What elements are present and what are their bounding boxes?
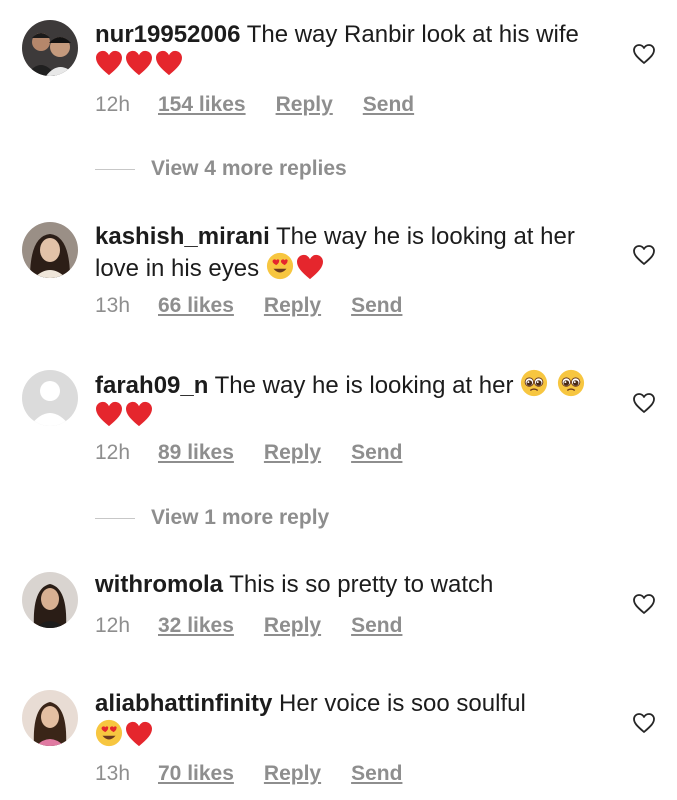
view-replies-button[interactable]: View 4 more replies — [95, 157, 347, 181]
username[interactable]: aliabhattinfinity — [95, 690, 272, 717]
view-replies-label[interactable]: View 1 more reply — [151, 506, 329, 530]
pleading-face-emoji-icon — [520, 369, 548, 397]
timestamp: 13h — [95, 294, 131, 317]
heart-outline-icon[interactable] — [632, 593, 656, 615]
send-button[interactable]: Send — [351, 294, 402, 318]
comment-meta: 12h 154 likes Reply Send — [95, 93, 414, 117]
divider — [95, 168, 135, 170]
red-heart-icon — [125, 401, 153, 427]
divider — [95, 517, 135, 519]
likes-count[interactable]: 32 likes — [158, 614, 234, 638]
send-button[interactable]: Send — [351, 762, 402, 786]
username[interactable]: withromola — [95, 571, 223, 598]
pleading-face-emoji-icon — [557, 369, 585, 397]
send-button[interactable]: Send — [351, 441, 402, 465]
timestamp: 12h — [95, 614, 131, 637]
comment-text: The way Ranbir look at his wife — [246, 21, 579, 48]
comment-text: This is so pretty to watch — [229, 571, 494, 598]
reply-button[interactable]: Reply — [276, 93, 333, 117]
reply-button[interactable]: Reply — [264, 614, 321, 638]
username[interactable]: farah09_n — [95, 372, 208, 399]
red-heart-icon — [125, 50, 153, 76]
send-button[interactable]: Send — [351, 614, 402, 638]
red-heart-icon — [155, 50, 183, 76]
reply-button[interactable]: Reply — [264, 762, 321, 786]
avatar[interactable] — [22, 20, 78, 76]
avatar[interactable] — [22, 370, 78, 426]
heart-outline-icon[interactable] — [632, 392, 656, 414]
likes-count[interactable]: 154 likes — [158, 93, 246, 117]
heart-outline-icon[interactable] — [632, 244, 656, 266]
comment-meta: 12h 32 likes Reply Send — [95, 614, 402, 638]
red-heart-icon — [296, 254, 324, 280]
comment-meta: 13h 66 likes Reply Send — [95, 294, 402, 318]
timestamp: 13h — [95, 762, 131, 785]
timestamp: 12h — [95, 441, 131, 464]
view-replies-button[interactable]: View 1 more reply — [95, 506, 329, 530]
reply-button[interactable]: Reply — [264, 294, 321, 318]
heart-eyes-emoji-icon — [95, 719, 123, 747]
timestamp: 12h — [95, 93, 131, 116]
avatar[interactable] — [22, 690, 78, 746]
likes-count[interactable]: 66 likes — [158, 294, 234, 318]
avatar[interactable] — [22, 222, 78, 278]
red-heart-icon — [95, 50, 123, 76]
username[interactable]: nur19952006 — [95, 21, 240, 48]
red-heart-icon — [95, 401, 123, 427]
comment-meta: 13h 70 likes Reply Send — [95, 762, 402, 786]
send-button[interactable]: Send — [363, 93, 414, 117]
heart-eyes-emoji-icon — [266, 252, 294, 280]
likes-count[interactable]: 70 likes — [158, 762, 234, 786]
likes-count[interactable]: 89 likes — [158, 441, 234, 465]
username[interactable]: kashish_mirani — [95, 223, 270, 250]
heart-outline-icon[interactable] — [632, 712, 656, 734]
comment-text: The way he is looking at her — [214, 372, 514, 399]
comment-text: Her voice is soo soulful — [279, 690, 526, 717]
heart-outline-icon[interactable] — [632, 43, 656, 65]
reply-button[interactable]: Reply — [264, 441, 321, 465]
red-heart-icon — [125, 721, 153, 747]
avatar[interactable] — [22, 572, 78, 628]
view-replies-label[interactable]: View 4 more replies — [151, 157, 347, 181]
comment-meta: 12h 89 likes Reply Send — [95, 441, 402, 465]
